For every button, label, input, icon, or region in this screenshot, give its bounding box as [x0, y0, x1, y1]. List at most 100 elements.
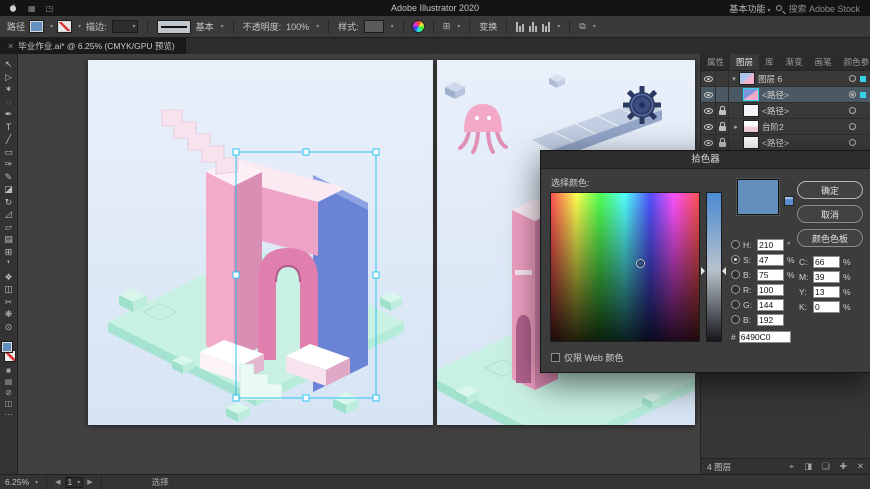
value-field-k[interactable]: 0 — [813, 300, 840, 313]
prev-artboard-icon[interactable]: ◀ — [55, 478, 60, 486]
visibility-eye-icon[interactable] — [703, 123, 713, 130]
opacity-caret-icon[interactable]: ▾ — [316, 23, 319, 30]
recolor-artwork-icon[interactable] — [412, 21, 424, 32]
tool-rotate-icon[interactable]: ↻ — [0, 196, 18, 209]
value-field-y[interactable]: 13 — [813, 285, 840, 298]
brush-definition-dropdown[interactable] — [156, 19, 191, 34]
radio-h[interactable] — [731, 240, 740, 249]
opacity-value[interactable]: 100% — [286, 22, 309, 32]
color-spectrum-field[interactable] — [551, 193, 699, 341]
toolbar-stroke-swatch[interactable] — [4, 351, 15, 361]
tool-pen-icon[interactable]: ✒ — [0, 108, 18, 121]
color-field-marker[interactable] — [636, 259, 644, 267]
artboard-1[interactable] — [88, 60, 433, 425]
artboard-number-dropdown[interactable]: 1 ▾ — [64, 476, 84, 488]
value-field-h[interactable]: 210 — [757, 238, 784, 251]
panel-tab-属性[interactable]: 属性 — [701, 54, 730, 70]
fill-color-swatch[interactable] — [30, 21, 44, 32]
layer-row[interactable]: ▸ 台阶2 — [701, 118, 870, 135]
tool-direct-selection-icon[interactable]: ▷ — [0, 71, 18, 84]
align-caret-icon[interactable]: ▾ — [557, 23, 560, 30]
tool-scale-icon[interactable]: ◿ — [0, 208, 18, 221]
make-clip-mask-icon[interactable]: ◨ — [804, 461, 812, 472]
value-field-b[interactable]: 75 — [757, 268, 784, 281]
layer-row[interactable]: <路径> — [701, 102, 870, 119]
visibility-eye-icon[interactable] — [703, 75, 713, 82]
tool-rectangle-icon[interactable]: ▭ — [0, 146, 18, 159]
color-slider[interactable] — [707, 193, 721, 341]
document-tab[interactable]: × 毕业作业.ai* @ 6.25% (CMYK/GPU 预览) — [0, 38, 186, 54]
shape-properties-icon[interactable]: ⊞ — [443, 21, 451, 32]
toolbar-more-icon[interactable]: ⋯ — [5, 409, 13, 420]
tool-line-segment-icon[interactable]: ╱ — [0, 133, 18, 146]
screen-mode-icon[interactable]: ◫ — [5, 398, 13, 409]
visibility-eye-icon[interactable] — [703, 139, 713, 146]
color-swatches-button[interactable]: 颜色色板 — [797, 229, 863, 247]
target-circle[interactable] — [849, 139, 856, 146]
layer-name[interactable]: <路径> — [762, 105, 789, 117]
cancel-button[interactable]: 取消 — [797, 205, 863, 223]
visibility-eye-icon[interactable] — [703, 91, 713, 98]
panel-tab-库[interactable]: 库 — [759, 54, 780, 70]
locate-object-icon[interactable]: ⌖ — [789, 461, 794, 472]
next-artboard-icon[interactable]: ▶ — [87, 478, 92, 486]
tool-gradient-icon[interactable]: ▤ — [0, 233, 18, 246]
tool-blend-icon[interactable]: ❖ — [0, 271, 18, 284]
tool-pencil-icon[interactable]: ✎ — [0, 171, 18, 184]
toolbar-fill-stroke[interactable] — [0, 339, 18, 365]
ok-button[interactable]: 确定 — [797, 181, 863, 199]
brush-caret-icon[interactable]: ▾ — [221, 23, 224, 30]
slider-handle-left-icon[interactable] — [701, 267, 705, 275]
transform-link[interactable]: 变换 — [479, 20, 497, 33]
web-color-cube-icon[interactable] — [785, 197, 793, 205]
stock-search-field[interactable]: 搜索 Adobe Stock — [788, 2, 860, 15]
tool-artboard-icon[interactable]: ◫ — [0, 283, 18, 296]
value-field-c[interactable]: 66 — [813, 255, 840, 268]
web-only-checkbox[interactable] — [551, 353, 560, 362]
style-swatch[interactable] — [363, 20, 384, 33]
new-layer-icon[interactable]: ✚ — [840, 461, 847, 472]
arrange-caret-icon[interactable]: ▾ — [593, 23, 596, 30]
target-circle[interactable] — [849, 123, 856, 130]
target-circle[interactable] — [849, 107, 856, 114]
layer-row[interactable]: ▾ 图层 6 — [701, 70, 870, 87]
zoom-caret-icon[interactable]: ▾ — [35, 479, 38, 486]
tool-zoom-icon[interactable]: ⊙ — [0, 321, 18, 334]
panel-tab-图层[interactable]: 图层 — [730, 54, 760, 70]
panel-tab-渐变[interactable]: 渐变 — [780, 54, 809, 70]
radio-g[interactable] — [731, 300, 740, 309]
layer-name[interactable]: 台阶2 — [762, 121, 784, 133]
align-right-icon[interactable] — [542, 21, 551, 32]
value-field-s[interactable]: 47 — [757, 253, 784, 266]
gradient-mode-icon[interactable]: ▤ — [5, 376, 13, 387]
fill-caret-icon[interactable]: ▾ — [50, 23, 53, 30]
tab-close-icon[interactable]: × — [8, 41, 13, 51]
lock-icon[interactable] — [718, 121, 726, 131]
workspace-switcher[interactable]: 基本功能 ▾ — [729, 2, 770, 15]
tool-eyedropper-icon[interactable]: ❜ — [0, 258, 18, 271]
layer-name[interactable]: 图层 6 — [758, 73, 782, 85]
tool-magic-wand-icon[interactable]: ✶ — [0, 83, 18, 96]
radio-r[interactable] — [731, 285, 740, 294]
arrange-icon[interactable]: ⧉ — [579, 21, 585, 32]
panel-tab-颜色参[interactable]: 颜色参 — [838, 54, 870, 70]
target-circle[interactable] — [849, 91, 856, 98]
stroke-weight-dropdown[interactable]: ▾ — [111, 20, 138, 33]
search-icon[interactable] — [776, 5, 783, 11]
stroke-caret-icon[interactable]: ▾ — [78, 23, 81, 30]
align-left-icon[interactable] — [516, 21, 525, 32]
value-field-r[interactable]: 100 — [757, 283, 784, 296]
new-sublayer-icon[interactable]: ❏ — [822, 461, 830, 472]
toolbar-fill-swatch[interactable] — [1, 342, 12, 352]
disclosure-icon[interactable]: ▾ — [729, 71, 739, 87]
tool-lasso-icon[interactable]: ◌ — [0, 96, 18, 109]
tool-mesh-icon[interactable]: ⊞ — [0, 246, 18, 259]
lock-icon[interactable] — [718, 105, 726, 115]
tool-paintbrush-icon[interactable]: ✑ — [0, 158, 18, 171]
hex-value-field[interactable]: 6490C0 — [738, 331, 791, 343]
color-mode-icon[interactable]: ■ — [6, 365, 11, 376]
style-caret-icon[interactable]: ▾ — [391, 23, 394, 30]
panel-tab-画笔[interactable]: 画笔 — [809, 54, 838, 70]
radio-b[interactable] — [731, 315, 740, 324]
tool-free-transform-icon[interactable]: ▱ — [0, 221, 18, 234]
